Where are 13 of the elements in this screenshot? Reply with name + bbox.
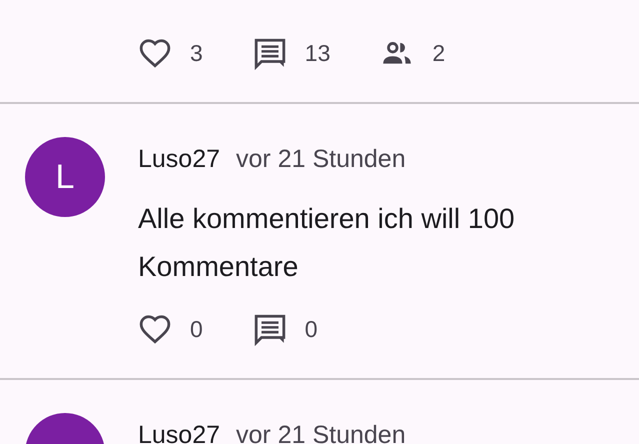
count-label: 3 [190,40,203,66]
post-text: Alle kommentieren ich will 100 Kommentare [138,202,516,284]
count-label: 13 [304,40,330,66]
count-label: 0 [304,316,318,342]
avatar-letter: L [56,158,74,196]
comment-icon[interactable] [252,312,287,346]
author-name: Luso27 [138,420,220,444]
count-label: 2 [432,40,446,66]
post-time: vor 21 Stunden [236,144,406,174]
author-name: Luso27 [138,144,220,174]
count-label: 0 [190,316,203,342]
comment-icon[interactable] [252,36,287,70]
post-time: vor 21 Stunden [236,420,406,444]
